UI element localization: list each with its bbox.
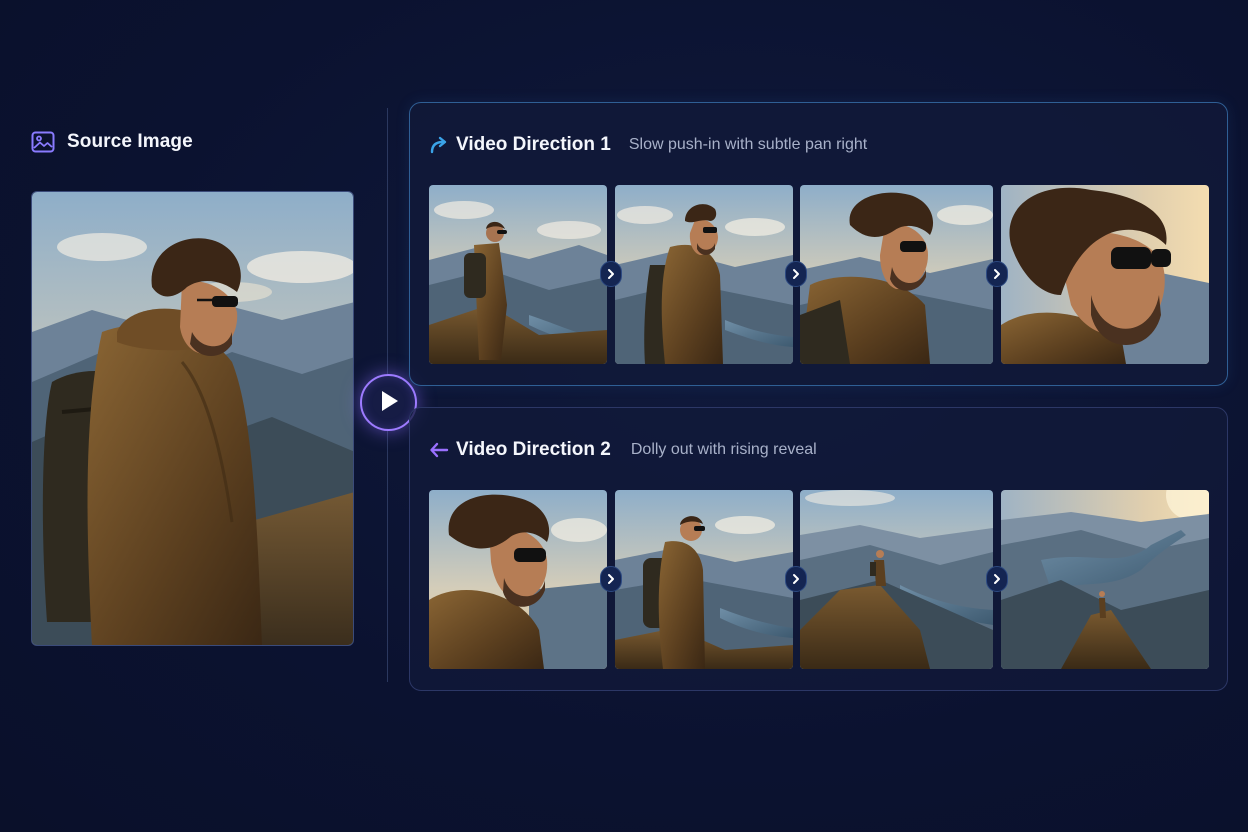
direction-2-frame-2[interactable]	[615, 490, 793, 669]
video-direction-panel-1[interactable]: Video Direction 1 Slow push-in with subt…	[409, 102, 1228, 386]
direction-2-subtitle: Dolly out with rising reveal	[630, 441, 817, 458]
direction-2-title: Video Direction 2	[456, 439, 611, 460]
video-direction-panel-2[interactable]: Video Direction 2 Dolly out with rising …	[409, 407, 1228, 691]
direction-2-frame-4[interactable]	[1001, 490, 1209, 669]
source-image[interactable]	[31, 191, 354, 646]
direction-1-frame-3[interactable]	[800, 185, 993, 364]
chevron-right-icon	[785, 261, 807, 287]
chevron-right-icon	[986, 261, 1008, 287]
chevron-right-icon	[785, 566, 807, 592]
direction-1-header: Video Direction 1 Slow push-in with subt…	[429, 131, 867, 159]
direction-2-frame-1[interactable]	[429, 490, 607, 669]
arrow-left-icon	[429, 440, 449, 460]
curved-arrow-right-icon	[429, 135, 449, 155]
play-icon	[378, 389, 400, 416]
direction-1-subtitle: Slow push-in with subtle pan right	[628, 136, 868, 153]
direction-2-header: Video Direction 2 Dolly out with rising …	[429, 436, 817, 464]
chevron-right-icon	[600, 261, 622, 287]
chevron-right-icon	[600, 566, 622, 592]
chevron-right-icon	[986, 566, 1008, 592]
direction-2-frame-3[interactable]	[800, 490, 993, 669]
source-header: Source Image	[31, 130, 193, 154]
direction-1-title: Video Direction 1	[456, 134, 611, 155]
image-icon	[31, 130, 55, 154]
source-title: Source Image	[67, 131, 193, 152]
direction-1-frame-1[interactable]	[429, 185, 607, 364]
direction-1-frame-2[interactable]	[615, 185, 793, 364]
direction-1-frame-4[interactable]	[1001, 185, 1209, 364]
video-direction-canvas: Source Image Video Direction 1 Slow push…	[0, 0, 1248, 832]
